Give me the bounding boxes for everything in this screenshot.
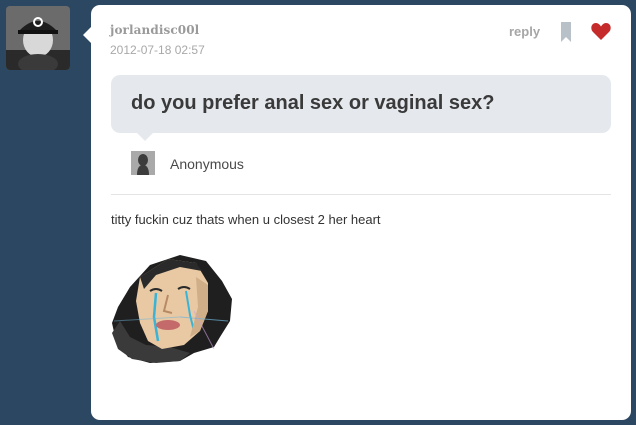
question-text: do you prefer anal sex or vaginal sex? (131, 92, 495, 114)
heart-icon[interactable] (591, 22, 611, 40)
anonymous-avatar-icon (131, 151, 155, 175)
asker-name: Anonymous (170, 156, 244, 172)
reblog-bookmark-icon[interactable] (559, 22, 573, 42)
post-card: jorlandisc00l 2012-07-18 02:57 reply do … (83, 5, 631, 420)
post-timestamp[interactable]: 2012-07-18 02:57 (110, 43, 205, 57)
author-username[interactable]: jorlandisc00l (110, 23, 199, 37)
question-bubble-tail (137, 133, 153, 141)
author-avatar[interactable] (6, 6, 70, 70)
answer-image (110, 237, 234, 363)
question-bubble: do you prefer anal sex or vaginal sex? (111, 75, 611, 141)
reply-link[interactable]: reply (509, 24, 540, 39)
divider (111, 194, 611, 195)
post-pointer (83, 27, 91, 43)
answer-text: titty fuckin cuz thats when u closest 2 … (111, 212, 381, 227)
